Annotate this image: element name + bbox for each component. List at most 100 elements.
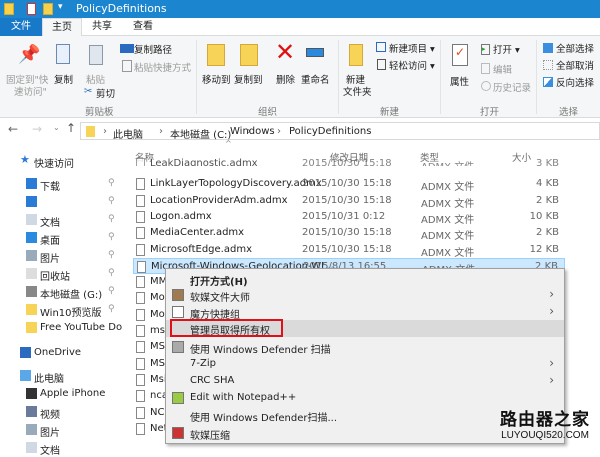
pin-icon[interactable]: ⚲	[108, 196, 115, 206]
paste-button[interactable]: 粘贴	[86, 72, 105, 86]
nav-label: 图片	[40, 428, 60, 439]
new-item-icon	[376, 42, 386, 52]
context-menu-item[interactable]: 使用 Windows Defender 扫描	[166, 339, 564, 356]
context-menu-item[interactable]: CRC SHA ›	[166, 373, 564, 390]
move-to-button[interactable]: 移动到	[202, 72, 231, 86]
nav-item[interactable]: Win10预览版 ⚲	[0, 302, 130, 319]
pin-icon[interactable]: ⚲	[108, 286, 115, 296]
recent-locations-button[interactable]: ⌄	[53, 123, 60, 132]
invert-selection-icon	[543, 77, 553, 87]
nav-item[interactable]: Free YouTube Do	[0, 320, 130, 337]
nav-label: 本地磁盘 (G:)	[40, 290, 103, 301]
breadcrumb-this-pc[interactable]: 此电脑	[113, 126, 143, 141]
paste-shortcut-button[interactable]: 粘贴快捷方式	[134, 60, 191, 74]
new-folder-icon[interactable]	[43, 3, 53, 15]
onedrive-icon	[20, 347, 31, 358]
nav-quick-access[interactable]: ★ 快速访问	[0, 153, 130, 170]
history-button[interactable]: 历史记录	[493, 80, 531, 94]
tab-view[interactable]: 查看	[124, 18, 162, 36]
pin-icon[interactable]: ⚲	[108, 304, 115, 314]
file-row[interactable]: LinkLayerTopologyDiscovery.admx 2015/10/3…	[133, 176, 565, 193]
nav-item[interactable]: ⚲	[0, 194, 130, 211]
copy-path-button[interactable]: 复制路径	[134, 42, 172, 56]
customize-qat-icon[interactable]: ▾	[58, 2, 63, 12]
new-item-button[interactable]: 新建项目 ▾	[389, 41, 435, 55]
context-menu-item[interactable]: 软媒文件大师 ›	[166, 287, 564, 304]
nav-item[interactable]: Apple iPhone	[0, 386, 130, 403]
tab-share[interactable]: 共享	[83, 18, 121, 36]
breadcrumb-windows[interactable]: Windows	[230, 126, 275, 137]
pin-icon[interactable]: ⚲	[108, 232, 115, 242]
pin-icon[interactable]: ⚲	[108, 178, 115, 188]
tab-home[interactable]: 主页	[42, 18, 82, 37]
nav-label: 视频	[40, 410, 60, 421]
rename-icon	[306, 48, 324, 57]
file-icon	[136, 422, 145, 435]
easy-access-button[interactable]: 轻松访问 ▾	[389, 58, 435, 72]
copy-to-icon	[240, 44, 258, 66]
video-icon	[26, 406, 37, 417]
select-none-button[interactable]: 全部取消	[556, 58, 594, 72]
address-bar[interactable]: › 此电脑 › 本地磁盘 (C:) › Windows › PolicyDefi…	[80, 122, 600, 141]
nav-item[interactable]: 桌面 ⚲	[0, 230, 130, 247]
nav-item[interactable]: 视频	[0, 404, 130, 421]
easy-access-label: 轻松访问	[389, 61, 428, 72]
open-button[interactable]: 打开 ▾	[493, 42, 520, 56]
pin-icon[interactable]: ⚲	[108, 250, 115, 260]
edit-button[interactable]: 编辑	[493, 62, 512, 76]
nav-item[interactable]: 文档 ⚲	[0, 212, 130, 229]
copy-path-icon	[120, 44, 134, 53]
rename-button[interactable]: 重命名	[301, 72, 330, 86]
properties-icon[interactable]	[27, 3, 36, 15]
file-size: 12 KB	[529, 243, 559, 255]
file-icon	[136, 325, 145, 337]
new-group-label: 新建	[380, 107, 400, 118]
breadcrumb-policydefinitions[interactable]: PolicyDefinitions	[289, 126, 371, 137]
file-row[interactable]: Logon.admx 2015/10/31 0:12 ADMX 文件 10 KB	[133, 209, 565, 226]
file-type: ADMX 文件	[421, 231, 475, 243]
tab-file[interactable]: 文件	[0, 18, 42, 36]
ribbon: 📌 固定到"快 速访问" 复制 粘贴 ✂ 剪切 复制路径 粘贴快捷方式 剪贴板 …	[0, 36, 600, 118]
move-to-icon	[207, 44, 225, 66]
forward-button[interactable]: →	[32, 122, 42, 136]
file-name: MediaCenter.admx	[150, 227, 245, 239]
file-name: MicrosoftEdge.admx	[150, 243, 252, 255]
file-icon	[136, 158, 145, 166]
new-folder-icon	[349, 44, 363, 66]
nav-item[interactable]: 文档	[0, 440, 130, 457]
nav-item[interactable]: 图片 ⚲	[0, 248, 130, 265]
pin-icon[interactable]: ⚲	[108, 268, 115, 278]
window-title: PolicyDefinitions	[76, 2, 167, 15]
nav-item[interactable]: 下载 ⚲	[0, 176, 130, 193]
file-row[interactable]: MediaCenter.admx 2015/10/30 15:18 ADMX 文件 2…	[133, 225, 565, 243]
select-all-button[interactable]: 全部选择	[556, 41, 594, 55]
up-button[interactable]: ↑	[66, 121, 76, 135]
properties-button[interactable]: 属性	[450, 74, 469, 88]
nav-label: 图片	[40, 254, 60, 265]
context-menu-item[interactable]: 7-Zip ›	[166, 356, 564, 373]
file-row[interactable]: LeakDiagnostic.admx 2015/10/30 15:18 ADMX …	[133, 156, 565, 166]
nav-label: 回收站	[40, 272, 70, 283]
nav-item[interactable]: 图片	[0, 422, 130, 439]
file-row[interactable]: LocationProviderAdm.admx 2015/10/30 15:18…	[133, 193, 565, 210]
context-menu-item[interactable]: 打开方式(H)	[166, 271, 564, 288]
file-row[interactable]: MicrosoftEdge.admx 2015/10/30 15:18 ADMX 文…	[133, 242, 565, 259]
context-menu-label: 打开方式(H)	[190, 277, 248, 288]
back-button[interactable]: ←	[8, 122, 18, 136]
file-name: MS	[150, 341, 165, 353]
file-name: MS	[150, 357, 165, 369]
nav-item[interactable]: 此电脑	[0, 368, 130, 385]
ribbon-tabs: 文件 主页 共享 查看	[0, 18, 600, 37]
invert-selection-button[interactable]: 反向选择	[556, 75, 594, 89]
copy-to-button[interactable]: 复制到	[234, 72, 263, 86]
nav-item[interactable]: 本地磁盘 (G:) ⚲	[0, 284, 130, 301]
cut-button[interactable]: 剪切	[96, 86, 115, 100]
history-icon	[481, 81, 491, 91]
delete-button[interactable]: 删除	[276, 72, 295, 86]
nav-item[interactable]: OneDrive	[0, 345, 130, 362]
copy-button[interactable]: 复制	[54, 72, 73, 86]
pin-icon[interactable]: ⚲	[108, 214, 115, 224]
file-icon	[136, 357, 145, 370]
nav-item[interactable]: 回收站 ⚲	[0, 266, 130, 283]
breadcrumb-local-disk-c[interactable]: 本地磁盘 (C:)	[170, 126, 231, 141]
